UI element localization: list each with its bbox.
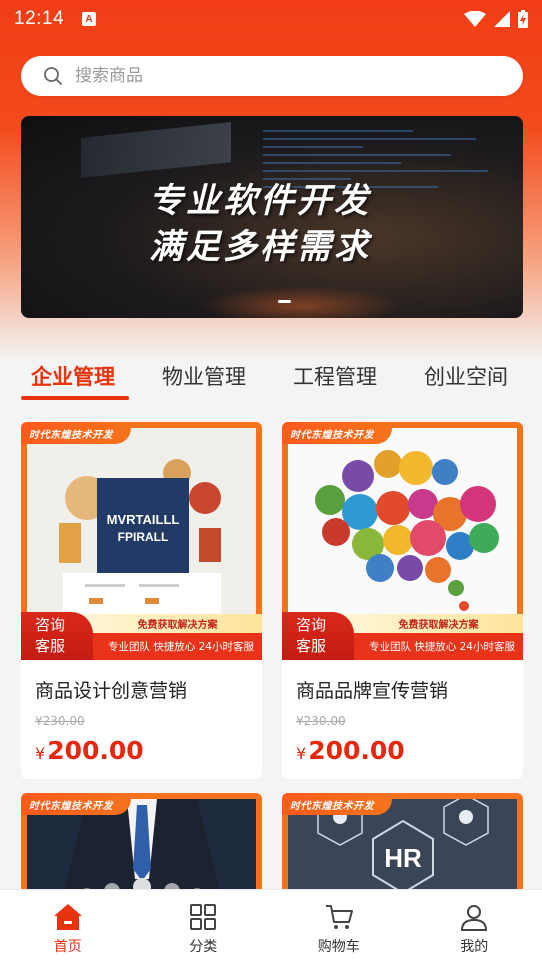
search-icon xyxy=(44,67,62,85)
active-tab-indicator xyxy=(21,396,129,400)
consult-service-button[interactable]: 咨询 客服 xyxy=(282,612,354,660)
category-tabs: 企业管理 物业管理 工程管理 创业空间 xyxy=(0,355,542,403)
sale-price: ¥ 200.00 xyxy=(296,736,405,765)
grid-icon xyxy=(190,904,217,930)
price-value: 200.00 xyxy=(47,736,144,765)
nav-home[interactable]: 首页 xyxy=(0,890,136,965)
product-image-frame: 时代东煌技术开发 MVRTAILLL FPIRALL 咨询 客服 免费获取解决方… xyxy=(21,422,262,660)
tab-startup-space[interactable]: 创业空间 xyxy=(424,361,508,391)
tab-enterprise-management[interactable]: 企业管理 xyxy=(31,361,115,391)
consult-label-1: 咨询 xyxy=(296,616,327,634)
product-title: 商品品牌宣传营销 xyxy=(296,680,449,702)
shopping-bag-illustration: MVRTAILLL FPIRALL xyxy=(27,428,256,618)
battery-charging-icon xyxy=(518,10,528,28)
marketing-icons-illustration xyxy=(288,428,517,618)
sale-price: ¥ 200.00 xyxy=(35,736,144,765)
hr-label: HR xyxy=(384,843,422,873)
nav-cart-label: 购物车 xyxy=(317,939,360,955)
search-input[interactable] xyxy=(75,66,475,86)
banner-headline-1: 专业软件开发 xyxy=(149,181,371,221)
promo-banner[interactable]: 专业软件开发 满足多样需求 xyxy=(21,116,523,318)
promo-strip-top: 免费获取解决方案 xyxy=(342,614,523,633)
product-card[interactable]: 时代东煌技术开发 xyxy=(282,422,523,779)
app-notification-icon: A xyxy=(82,12,97,26)
original-price: ¥230.00 xyxy=(35,714,85,728)
nav-category[interactable]: 分类 xyxy=(136,890,272,965)
product-title: 商品设计创意营销 xyxy=(35,680,188,702)
cart-icon xyxy=(325,905,353,929)
vendor-tag: 时代东煌技术开发 xyxy=(21,422,131,444)
search-bar[interactable] xyxy=(21,56,523,96)
banner-glow xyxy=(201,286,401,318)
carousel-indicator[interactable] xyxy=(278,300,291,303)
bag-text-2: FPIRALL xyxy=(118,530,169,544)
wifi-icon xyxy=(464,11,486,27)
vendor-tag: 时代东煌技术开发 xyxy=(282,793,392,815)
cellular-signal-icon xyxy=(494,11,510,27)
banner-headline-2: 满足多样需求 xyxy=(149,227,371,267)
vendor-tag: 时代东煌技术开发 xyxy=(21,793,131,815)
product-image: MVRTAILLL FPIRALL xyxy=(27,428,256,618)
consult-label-2: 客服 xyxy=(296,637,327,655)
promo-strip-top: 免费获取解决方案 xyxy=(81,614,262,633)
currency-symbol: ¥ xyxy=(296,744,307,763)
bottom-navigation: 首页 分类 购物车 我的 xyxy=(0,889,542,965)
product-card[interactable]: 时代东煌技术开发 MVRTAILLL FPIRALL 咨询 客服 免费获取解决方… xyxy=(21,422,262,779)
product-image-frame: 时代东煌技术开发 咨询 客服 免费获取解决方案 专业团队 快捷放心 24小时客服 xyxy=(282,422,523,660)
currency-symbol: ¥ xyxy=(35,744,46,763)
promo-strip-bottom: 专业团队 快捷放心 24小时客服 xyxy=(342,633,523,660)
nav-profile-label: 我的 xyxy=(460,939,489,955)
consult-label-1: 咨询 xyxy=(35,616,66,634)
tab-engineering-management[interactable]: 工程管理 xyxy=(293,361,377,391)
tab-property-management[interactable]: 物业管理 xyxy=(162,361,246,391)
promo-strip-bottom: 专业团队 快捷放心 24小时客服 xyxy=(81,633,262,660)
nav-category-label: 分类 xyxy=(189,939,218,955)
user-icon xyxy=(461,905,488,931)
original-price: ¥230.00 xyxy=(296,714,346,728)
nav-home-label: 首页 xyxy=(53,939,82,955)
bag-text-1: MVRTAILLL xyxy=(107,512,180,527)
status-icons xyxy=(464,10,528,28)
price-value: 200.00 xyxy=(308,736,405,765)
nav-cart[interactable]: 购物车 xyxy=(271,890,407,965)
vendor-tag: 时代东煌技术开发 xyxy=(282,422,392,444)
nav-profile[interactable]: 我的 xyxy=(407,890,542,965)
banner-screen-decor xyxy=(81,122,231,178)
status-bar: 12:14 A xyxy=(0,0,542,38)
consult-service-button[interactable]: 咨询 客服 xyxy=(21,612,93,660)
product-image xyxy=(288,428,517,618)
consult-label-2: 客服 xyxy=(35,637,66,655)
status-time: 12:14 xyxy=(14,8,65,29)
home-icon xyxy=(53,904,82,930)
